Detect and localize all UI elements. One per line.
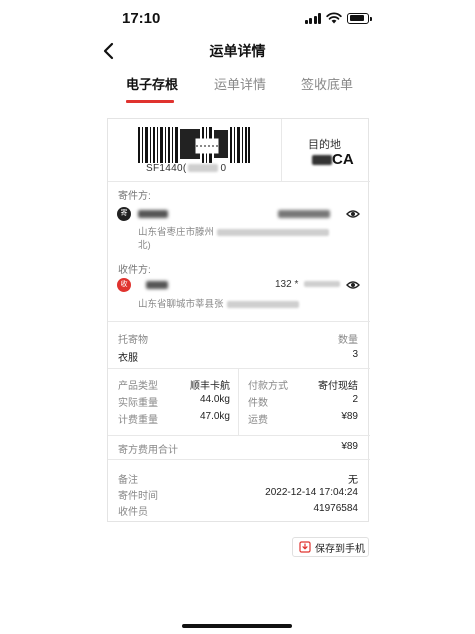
total-label: 寄方费用合计 [118, 445, 178, 456]
save-button-label: 保存到手机 [315, 543, 365, 555]
column-divider [238, 368, 239, 435]
receiver-label: 收件方: [118, 265, 151, 276]
divider [108, 435, 370, 436]
send-time-label: 寄件时间 [118, 491, 158, 502]
nav-bar: 运单详情 [0, 36, 475, 66]
sender-name [138, 210, 168, 218]
divider [108, 321, 370, 322]
actual-weight-label: 实际重量 [118, 398, 158, 409]
quantity-label: 数量 [338, 335, 358, 346]
tab-signed-receipt[interactable]: 签收底单 [301, 74, 353, 93]
courier-value: 41976584 [313, 503, 359, 514]
pieces-value: 2 [352, 394, 358, 405]
tracking-number: SF1440(0 [146, 163, 227, 174]
tab-waybill-details[interactable]: 运单详情 [214, 74, 266, 93]
sender-address: 山东省枣庄市滕州 北) [138, 226, 330, 252]
receiver-address: 山东省聊城市莘县张 [138, 298, 299, 311]
goods-label: 托寄物 [118, 335, 148, 346]
status-time: 17:10 [122, 10, 161, 27]
sender-label: 寄件方: [118, 191, 151, 202]
destination-label: 目的地 [308, 139, 341, 151]
status-bar: 17:10 [0, 0, 475, 36]
sender-eye-icon[interactable] [346, 209, 360, 219]
wifi-icon [326, 12, 342, 24]
goods-item: 衣服 [118, 353, 138, 364]
receiver-name [146, 281, 168, 289]
pieces-label: 件数 [248, 398, 268, 409]
receiver-icon: 收 [117, 278, 131, 292]
save-to-phone-button[interactable]: 保存到手机 [292, 537, 369, 557]
receiver-eye-icon[interactable] [346, 280, 360, 290]
product-type-label: 产品类型 [118, 381, 158, 392]
tab-e-stub[interactable]: 电子存根 [126, 74, 178, 93]
receiver-phone: 132 * [275, 279, 341, 290]
status-icons [304, 12, 372, 24]
goods-quantity: 3 [352, 349, 358, 360]
remark-value: 无 [348, 475, 358, 486]
e-stub-card: SF1440(0 目的地 CA 寄件方: 寄 山东省枣庄市滕州 北) 收件方: … [107, 118, 370, 522]
active-tab-indicator [126, 100, 174, 103]
total-value: ¥89 [341, 441, 358, 452]
divider [108, 459, 370, 460]
billed-weight-label: 计费重量 [118, 415, 158, 426]
payment-label: 付款方式 [248, 381, 288, 392]
payment-value: 寄付现结 [318, 381, 358, 392]
remark-label: 备注 [118, 475, 138, 486]
send-time-value: 2022-12-14 17:04:24 [265, 487, 358, 498]
actual-weight-value: 44.0kg [199, 394, 230, 405]
tab-bar: 电子存根 运单详情 签收底单 [108, 74, 370, 104]
divider [108, 368, 370, 369]
home-indicator [182, 624, 292, 628]
download-icon [299, 541, 311, 553]
sender-phone [278, 210, 330, 218]
battery-icon [347, 12, 372, 24]
destination-section: 目的地 CA [282, 119, 370, 182]
barcode-image [138, 127, 250, 163]
product-type-value: 顺丰卡航 [190, 381, 230, 392]
cellular-signal-icon [304, 12, 321, 24]
destination-code: CA [312, 151, 354, 168]
barcode-section: SF1440(0 [108, 119, 282, 182]
page-title: 运单详情 [209, 43, 266, 59]
freight-value: ¥89 [341, 411, 358, 422]
courier-label: 收件员 [118, 507, 148, 518]
billed-weight-value: 47.0kg [199, 411, 230, 422]
sender-icon: 寄 [117, 207, 131, 221]
freight-label: 运费 [248, 415, 268, 426]
